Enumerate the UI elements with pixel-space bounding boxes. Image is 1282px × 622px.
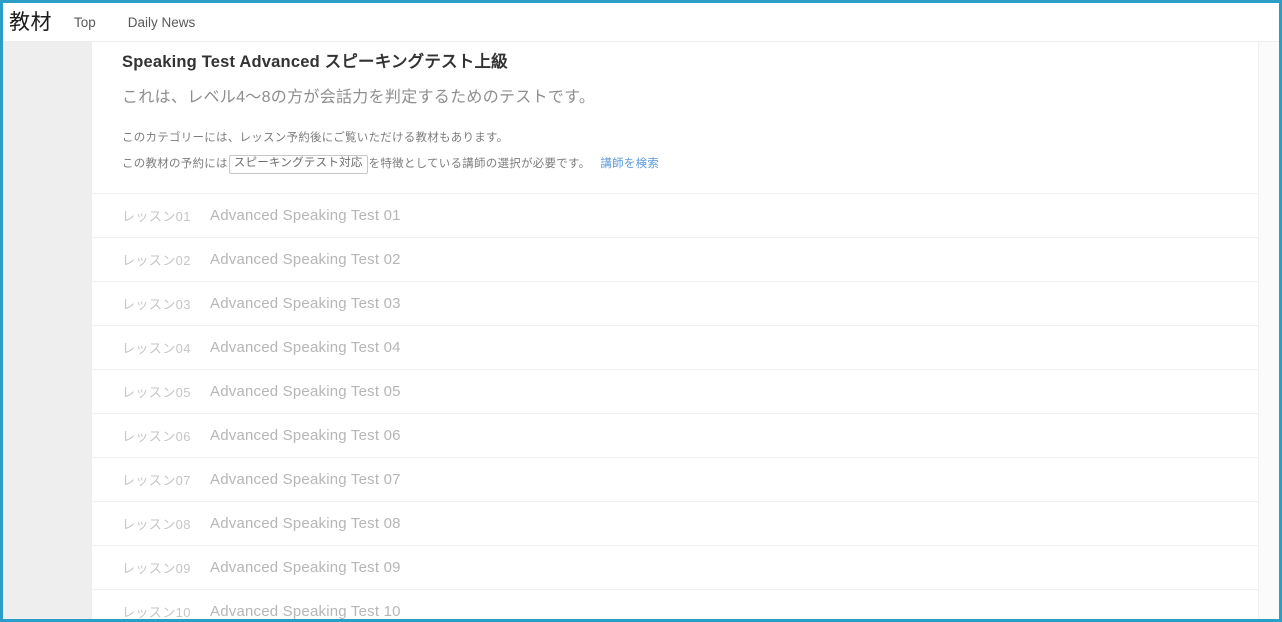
lesson-row[interactable]: レッスン03 Advanced Speaking Test 03 [92, 282, 1258, 326]
lesson-title: Advanced Speaking Test 10 [210, 602, 401, 619]
lesson-title: Advanced Speaking Test 05 [210, 382, 401, 400]
lesson-title: Advanced Speaking Test 06 [210, 426, 401, 444]
lesson-number: レッスン05 [122, 384, 191, 400]
lesson-number: レッスン10 [122, 604, 191, 619]
lesson-row[interactable]: レッスン10 Advanced Speaking Test 10 [92, 590, 1258, 619]
lesson-title: Advanced Speaking Test 08 [210, 514, 401, 532]
left-sidebar [3, 42, 92, 619]
nav-item-top[interactable]: Top [74, 15, 96, 30]
lesson-row[interactable]: レッスン02 Advanced Speaking Test 02 [92, 238, 1258, 282]
lesson-row[interactable]: レッスン01 Advanced Speaking Test 01 [92, 194, 1258, 238]
lesson-row[interactable]: レッスン06 Advanced Speaking Test 06 [92, 414, 1258, 458]
lesson-number: レッスン06 [122, 428, 191, 444]
site-logo[interactable]: 教材 [9, 12, 52, 33]
lesson-title: Advanced Speaking Test 03 [210, 294, 401, 312]
lesson-list: レッスン01 Advanced Speaking Test 01 レッスン02 … [92, 192, 1258, 619]
nav-item-daily-news[interactable]: Daily News [128, 15, 196, 30]
lesson-number: レッスン02 [122, 252, 191, 268]
lesson-title: Advanced Speaking Test 04 [210, 338, 401, 356]
lesson-row[interactable]: レッスン04 Advanced Speaking Test 04 [92, 326, 1258, 370]
main-content: Speaking Test Advanced スピーキングテスト上級 これは、レ… [92, 42, 1258, 619]
browser-viewport: 教材 Top Daily News Speaking Test Advanced… [0, 0, 1282, 622]
lesson-title: Advanced Speaking Test 09 [210, 558, 401, 576]
lesson-title: Advanced Speaking Test 02 [210, 250, 401, 268]
note-line-requirement: この教材の予約には スピーキングテスト対応 を特徴としている講師の選択が必要です… [122, 155, 1258, 174]
lesson-number: レッスン03 [122, 296, 191, 312]
main-nav: Top Daily News [74, 15, 195, 30]
page-body: Speaking Test Advanced スピーキングテスト上級 これは、レ… [3, 42, 1279, 619]
lesson-title: Advanced Speaking Test 07 [210, 470, 401, 488]
lesson-number: レッスン04 [122, 340, 191, 356]
note-prefix-text: この教材の予約には [122, 158, 228, 171]
search-tutors-link[interactable]: 講師を検索 [600, 155, 659, 173]
lesson-row[interactable]: レッスン09 Advanced Speaking Test 09 [92, 546, 1258, 590]
lesson-number: レッスン09 [122, 560, 191, 576]
page-title: Speaking Test Advanced スピーキングテスト上級 [122, 53, 508, 71]
note-suffix-text: を特徴としている講師の選択が必要です。 [368, 158, 591, 171]
lesson-title: Advanced Speaking Test 01 [210, 206, 401, 224]
site-header: 教材 Top Daily News [3, 3, 1279, 42]
lesson-number: レッスン01 [122, 208, 191, 224]
vertical-scrollbar[interactable] [1258, 42, 1279, 619]
page-subtitle: これは、レベル4〜8の方が会話力を判定するためのテストです。 [122, 88, 596, 106]
lesson-row[interactable]: レッスン08 Advanced Speaking Test 08 [92, 502, 1258, 546]
category-intro: Speaking Test Advanced スピーキングテスト上級 これは、レ… [92, 42, 1258, 174]
note-line-availability: このカテゴリーには、レッスン予約後にご覧いただける教材もあります。 [122, 131, 509, 144]
lesson-row[interactable]: レッスン07 Advanced Speaking Test 07 [92, 458, 1258, 502]
lesson-row[interactable]: レッスン05 Advanced Speaking Test 05 [92, 370, 1258, 414]
category-notes: このカテゴリーには、レッスン予約後にご覧いただける教材もあります。 この教材の予… [122, 110, 1258, 174]
lesson-number: レッスン07 [122, 472, 191, 488]
tutor-feature-badge: スピーキングテスト対応 [228, 155, 368, 174]
lesson-number: レッスン08 [122, 516, 191, 532]
